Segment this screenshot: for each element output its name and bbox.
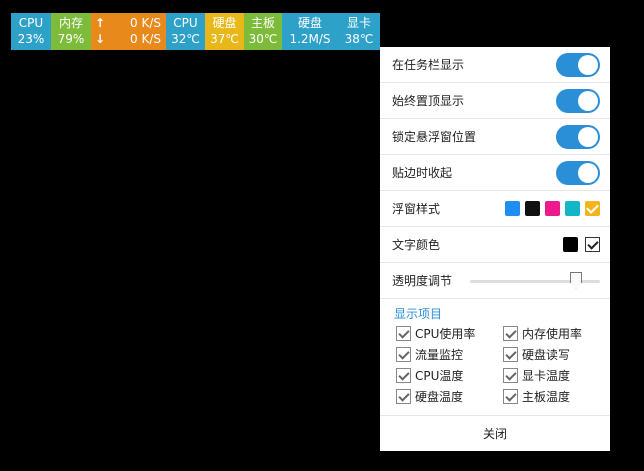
display-item-cpu-usage[interactable]: CPU使用率 bbox=[396, 325, 503, 342]
upload-arrow-icon: ↑ bbox=[95, 16, 106, 30]
style-row: 浮窗样式 bbox=[380, 191, 610, 227]
network-speed-cell: ↑ 0 K/S ↓ 0 K/S bbox=[91, 13, 166, 50]
disk-rw-cell: 硬盘 1.2M/S bbox=[282, 13, 338, 50]
show-in-taskbar-label: 在任务栏显示 bbox=[392, 58, 465, 72]
display-item-label: 硬盘读写 bbox=[522, 348, 571, 362]
checkbox[interactable] bbox=[396, 347, 411, 362]
toggle-knob bbox=[578, 54, 598, 75]
display-item-gpu-temp[interactable]: 显卡温度 bbox=[503, 367, 610, 384]
style-swatch-yellow-selected[interactable] bbox=[585, 201, 600, 216]
close-button[interactable]: 关闭 bbox=[380, 415, 610, 451]
style-swatches bbox=[505, 201, 600, 216]
cpu-temp-label: CPU bbox=[173, 16, 198, 30]
opacity-row: 透明度调节 bbox=[380, 263, 610, 299]
text-color-swatch[interactable] bbox=[563, 237, 578, 252]
toggle-knob bbox=[578, 162, 598, 183]
always-on-top-toggle[interactable] bbox=[556, 88, 600, 113]
checkbox[interactable] bbox=[503, 389, 518, 404]
style-swatch-black[interactable] bbox=[525, 201, 540, 216]
display-items-grid: CPU使用率 内存使用率 流量监控 硬盘读写 CPU温度 显卡温度 硬盘温度 主… bbox=[380, 325, 610, 405]
show-in-taskbar-toggle[interactable] bbox=[556, 52, 600, 77]
style-swatch-blue[interactable] bbox=[505, 201, 520, 216]
disk-temp-cell: 硬盘 37℃ bbox=[205, 13, 244, 50]
toggle-knob bbox=[578, 90, 598, 111]
display-item-label: CPU温度 bbox=[415, 369, 464, 383]
display-item-cpu-temp[interactable]: CPU温度 bbox=[396, 367, 503, 384]
memory-label: 内存 bbox=[58, 16, 83, 30]
gpu-temp-value: 38℃ bbox=[344, 32, 374, 46]
display-item-label: 显卡温度 bbox=[522, 369, 571, 383]
toggle-row-snap-collapse: 贴边时收起 bbox=[380, 155, 610, 191]
board-temp-cell: 主板 30℃ bbox=[244, 13, 282, 50]
upload-speed-value: 0 K/S bbox=[130, 16, 161, 30]
gpu-temp-label: 显卡 bbox=[346, 16, 371, 30]
close-button-label: 关闭 bbox=[482, 427, 507, 441]
checkbox[interactable] bbox=[503, 368, 518, 383]
display-item-label: 内存使用率 bbox=[522, 327, 583, 341]
display-item-label: CPU使用率 bbox=[415, 327, 476, 341]
display-item-label: 硬盘温度 bbox=[415, 390, 464, 404]
disk-temp-value: 37℃ bbox=[210, 32, 239, 46]
display-item-disk-rw[interactable]: 硬盘读写 bbox=[503, 346, 610, 363]
disk-rw-value: 1.2M/S bbox=[289, 32, 331, 46]
display-item-disk-temp[interactable]: 硬盘温度 bbox=[396, 388, 503, 405]
board-temp-label: 主板 bbox=[250, 16, 275, 30]
cpu-usage-cell: CPU 23% bbox=[11, 13, 51, 50]
opacity-label: 透明度调节 bbox=[392, 274, 453, 288]
display-item-traffic-monitor[interactable]: 流量监控 bbox=[396, 346, 503, 363]
slider-thumb[interactable] bbox=[570, 271, 582, 289]
text-color-checkbox[interactable] bbox=[585, 237, 600, 252]
floating-monitor-bar[interactable]: CPU 23% 内存 79% ↑ 0 K/S ↓ 0 K/S CPU 32℃ 硬… bbox=[11, 13, 380, 50]
cpu-usage-value: 23% bbox=[17, 32, 45, 46]
gpu-temp-cell: 显卡 38℃ bbox=[338, 13, 380, 50]
board-temp-value: 30℃ bbox=[248, 32, 278, 46]
display-items-title: 显示项目 bbox=[394, 307, 443, 321]
text-color-label: 文字颜色 bbox=[392, 238, 441, 252]
cpu-label: CPU bbox=[18, 16, 44, 30]
style-label: 浮窗样式 bbox=[392, 202, 441, 216]
display-item-memory-usage[interactable]: 内存使用率 bbox=[503, 325, 610, 342]
memory-usage-cell: 内存 79% bbox=[51, 13, 91, 50]
toggle-knob bbox=[578, 126, 598, 147]
cpu-temp-cell: CPU 32℃ bbox=[166, 13, 205, 50]
checkbox[interactable] bbox=[396, 368, 411, 383]
display-item-label: 流量监控 bbox=[415, 348, 464, 362]
disk-rw-label: 硬盘 bbox=[297, 16, 322, 30]
cpu-temp-value: 32℃ bbox=[171, 32, 200, 46]
always-on-top-label: 始终置顶显示 bbox=[392, 94, 465, 108]
text-color-picker bbox=[563, 237, 600, 252]
opacity-slider[interactable] bbox=[470, 271, 600, 291]
style-swatch-pink[interactable] bbox=[545, 201, 560, 216]
toggle-row-lock-position: 锁定悬浮窗位置 bbox=[380, 119, 610, 155]
settings-panel: 在任务栏显示 始终置顶显示 锁定悬浮窗位置 贴边时收起 浮窗样式 文字颜色 透明… bbox=[380, 47, 610, 451]
style-swatch-cyan[interactable] bbox=[565, 201, 580, 216]
toggle-row-always-on-top: 始终置顶显示 bbox=[380, 83, 610, 119]
checkbox[interactable] bbox=[503, 326, 518, 341]
memory-usage-value: 79% bbox=[57, 32, 85, 46]
toggle-row-show-in-taskbar: 在任务栏显示 bbox=[380, 47, 610, 83]
display-item-board-temp[interactable]: 主板温度 bbox=[503, 388, 610, 405]
lock-position-toggle[interactable] bbox=[556, 124, 600, 149]
checkbox[interactable] bbox=[396, 326, 411, 341]
snap-collapse-label: 贴边时收起 bbox=[392, 166, 453, 180]
lock-position-label: 锁定悬浮窗位置 bbox=[392, 130, 477, 144]
disk-temp-label: 硬盘 bbox=[212, 16, 237, 30]
snap-collapse-toggle[interactable] bbox=[556, 160, 600, 185]
checkbox[interactable] bbox=[396, 389, 411, 404]
checkbox[interactable] bbox=[503, 347, 518, 362]
download-speed-value: 0 K/S bbox=[130, 32, 161, 46]
display-item-label: 主板温度 bbox=[522, 390, 571, 404]
text-color-row: 文字颜色 bbox=[380, 227, 610, 263]
download-arrow-icon: ↓ bbox=[95, 32, 106, 46]
